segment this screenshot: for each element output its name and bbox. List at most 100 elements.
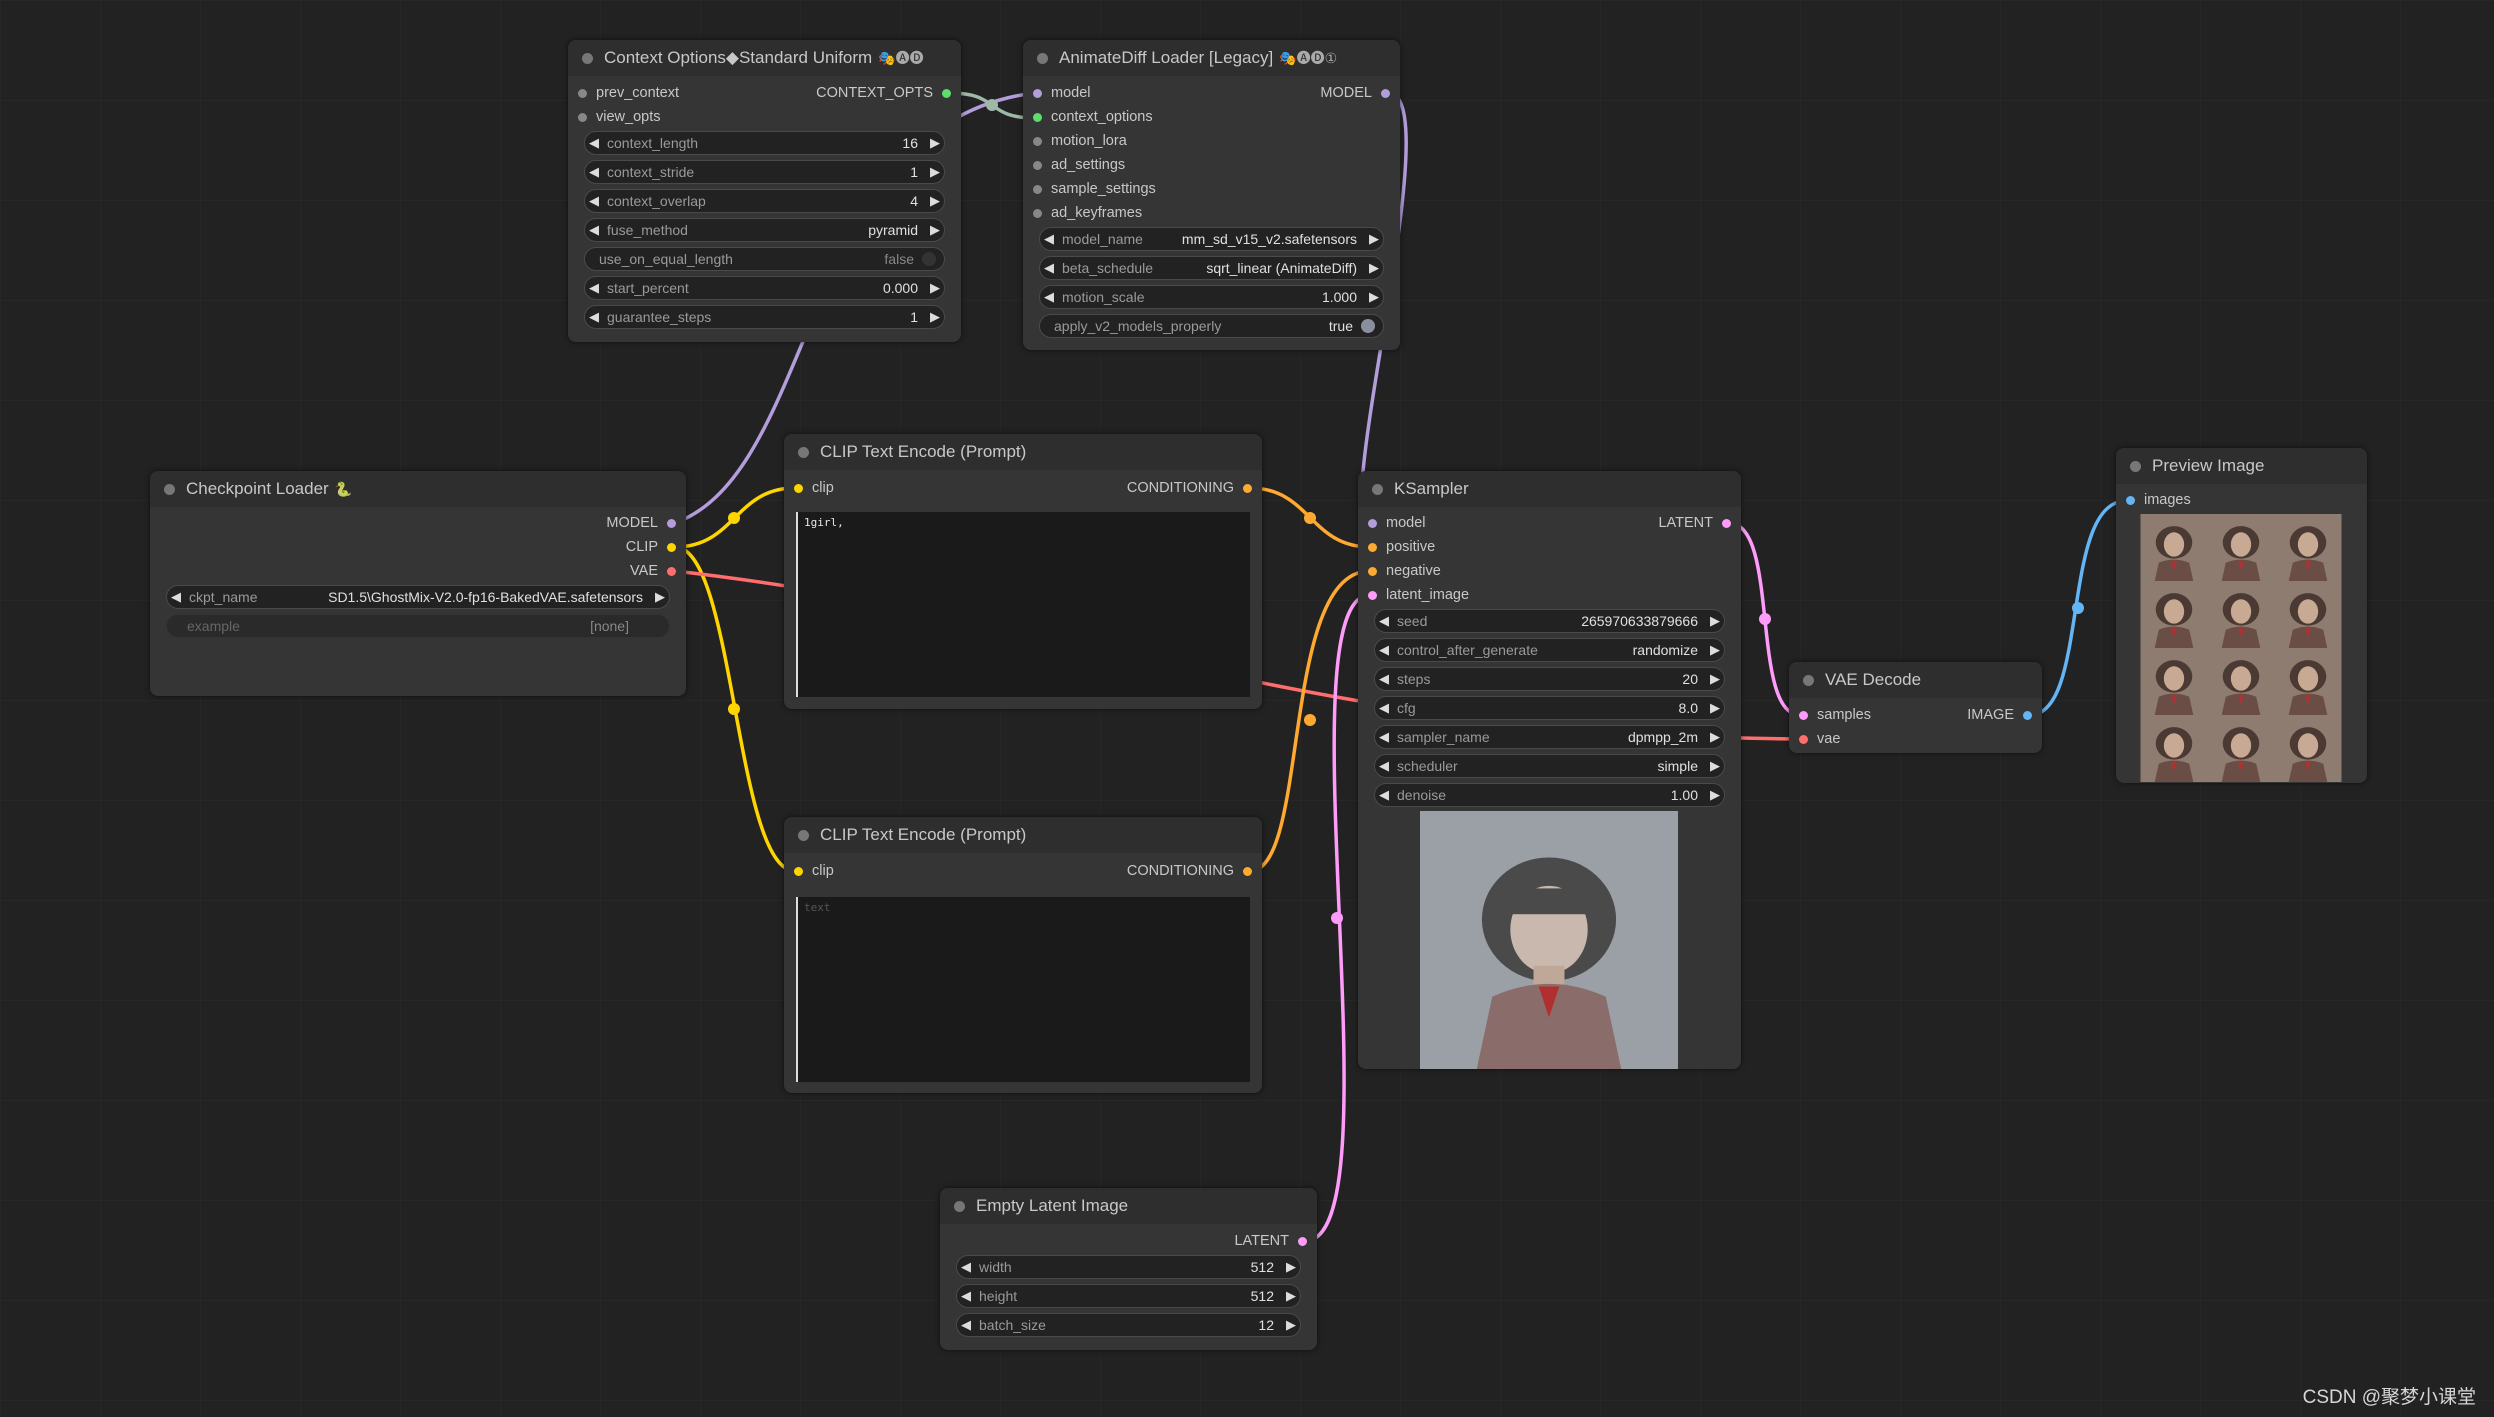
vae-decode-node[interactable]: VAE Decode samples vae IMAGE (1789, 662, 2042, 753)
widget-control-after-generate[interactable]: ◀ control_after_generate randomize ▶ (1374, 638, 1725, 662)
node-title-bar[interactable]: Preview Image (2116, 448, 2367, 484)
decrement-arrow-icon[interactable]: ◀ (957, 1259, 975, 1275)
input-motion-lora[interactable]: motion_lora (1033, 131, 1127, 151)
animatediff-loader-node[interactable]: AnimateDiff Loader [Legacy] 🎭🅐🅓① model c… (1023, 40, 1400, 350)
input-context-options[interactable]: context_options (1033, 107, 1153, 127)
output-image[interactable]: IMAGE (1967, 705, 2032, 725)
widget-start-percent[interactable]: ◀ start_percent 0.000 ▶ (584, 276, 945, 300)
increment-arrow-icon[interactable]: ▶ (926, 193, 944, 209)
input-slot-icon[interactable] (1033, 136, 1042, 146)
collapse-dot[interactable] (582, 52, 593, 64)
increment-arrow-icon[interactable]: ▶ (1365, 260, 1383, 276)
node-title-bar[interactable]: VAE Decode (1789, 662, 2042, 698)
collapse-dot[interactable] (2130, 460, 2141, 472)
input-slot-icon[interactable] (1368, 518, 1377, 528)
image-grid[interactable] (2140, 514, 2342, 782)
collapse-dot[interactable] (1372, 483, 1383, 495)
input-view-opts[interactable]: view_opts (578, 107, 660, 127)
preview-thumbnail[interactable] (2140, 715, 2208, 782)
preview-thumbnail[interactable] (2207, 648, 2275, 715)
output-slot-icon[interactable] (667, 566, 676, 576)
increment-arrow-icon[interactable]: ▶ (926, 164, 944, 180)
widget-ckpt-name[interactable]: ◀ ckpt_name SD1.5\GhostMix-V2.0-fp16-Baked… (166, 585, 670, 609)
decrement-arrow-icon[interactable]: ◀ (1375, 671, 1393, 687)
decrement-arrow-icon[interactable]: ◀ (167, 589, 185, 605)
input-model[interactable]: model (1368, 513, 1426, 533)
input-samples[interactable]: samples (1799, 705, 1871, 725)
clip-text-encode-negative-node[interactable]: CLIP Text Encode (Prompt) clip CONDITION… (784, 817, 1262, 1093)
input-positive[interactable]: positive (1368, 537, 1435, 557)
input-images[interactable]: images (2126, 490, 2191, 510)
ksampler-node[interactable]: KSampler model positive negative latent_… (1358, 471, 1741, 1069)
input-ad-settings[interactable]: ad_settings (1033, 155, 1125, 175)
decrement-arrow-icon[interactable]: ◀ (1375, 613, 1393, 629)
decrement-arrow-icon[interactable]: ◀ (585, 280, 603, 296)
input-slot-icon[interactable] (1368, 566, 1377, 576)
input-ad-keyframes[interactable]: ad_keyframes (1033, 203, 1142, 223)
collapse-dot[interactable] (798, 829, 809, 841)
increment-arrow-icon[interactable]: ▶ (1706, 671, 1724, 687)
output-slot-icon[interactable] (667, 518, 676, 528)
preview-thumbnail[interactable] (2207, 581, 2275, 648)
widget-context-length[interactable]: ◀ context_length 16 ▶ (584, 131, 945, 155)
input-slot-icon[interactable] (578, 112, 587, 122)
widget-sampler-name[interactable]: ◀ sampler_name dpmpp_2m ▶ (1374, 725, 1725, 749)
output-vae[interactable]: VAE (630, 561, 676, 581)
input-slot-icon[interactable] (1033, 112, 1042, 122)
output-clip[interactable]: CLIP (626, 537, 676, 557)
widget-use-on-equal-length[interactable]: use_on_equal_length false (584, 247, 945, 271)
preview-thumbnail[interactable] (2274, 715, 2342, 782)
decrement-arrow-icon[interactable]: ◀ (585, 135, 603, 151)
input-model[interactable]: model (1033, 83, 1091, 103)
preview-thumbnail[interactable] (2207, 514, 2275, 581)
input-vae[interactable]: vae (1799, 729, 1840, 749)
input-clip[interactable]: clip (794, 861, 834, 881)
increment-arrow-icon[interactable]: ▶ (1706, 613, 1724, 629)
output-slot-icon[interactable] (1243, 483, 1252, 493)
output-slot-icon[interactable] (2023, 710, 2032, 720)
collapse-dot[interactable] (954, 1200, 965, 1212)
decrement-arrow-icon[interactable]: ◀ (1040, 289, 1058, 305)
widget-seed[interactable]: ◀ seed 265970633879666 ▶ (1374, 609, 1725, 633)
widget-denoise[interactable]: ◀ denoise 1.00 ▶ (1374, 783, 1725, 807)
input-slot-icon[interactable] (1033, 160, 1042, 170)
context-options-node[interactable]: Context Options◆Standard Uniform 🎭🅐🅓 pre… (568, 40, 961, 342)
decrement-arrow-icon[interactable]: ◀ (1040, 260, 1058, 276)
clip-text-encode-positive-node[interactable]: CLIP Text Encode (Prompt) clip CONDITION… (784, 434, 1262, 709)
input-slot-icon[interactable] (794, 866, 803, 876)
increment-arrow-icon[interactable]: ▶ (926, 280, 944, 296)
toggle-on-icon[interactable] (1361, 319, 1375, 333)
output-slot-icon[interactable] (1381, 88, 1390, 98)
decrement-arrow-icon[interactable]: ◀ (585, 164, 603, 180)
collapse-dot[interactable] (1803, 674, 1814, 686)
increment-arrow-icon[interactable]: ▶ (1706, 758, 1724, 774)
prompt-textarea[interactable]: text (796, 897, 1250, 1082)
output-slot-icon[interactable] (942, 88, 951, 98)
increment-arrow-icon[interactable]: ▶ (1282, 1317, 1300, 1333)
node-title-bar[interactable]: Checkpoint Loader 🐍 (150, 471, 686, 507)
decrement-arrow-icon[interactable]: ◀ (1375, 729, 1393, 745)
node-title-bar[interactable]: KSampler (1358, 471, 1741, 507)
prompt-textarea[interactable]: 1girl, (796, 512, 1250, 697)
node-title-bar[interactable]: Empty Latent Image (940, 1188, 1317, 1224)
output-slot-icon[interactable] (667, 542, 676, 552)
collapse-dot[interactable] (1037, 52, 1048, 64)
output-slot-icon[interactable] (1722, 518, 1731, 528)
decrement-arrow-icon[interactable]: ◀ (1375, 758, 1393, 774)
increment-arrow-icon[interactable]: ▶ (1365, 231, 1383, 247)
output-slot-icon[interactable] (1298, 1236, 1307, 1246)
preview-thumbnail[interactable] (2140, 514, 2208, 581)
output-latent[interactable]: LATENT (1234, 1231, 1307, 1251)
input-sample-settings[interactable]: sample_settings (1033, 179, 1156, 199)
output-model[interactable]: MODEL (1320, 83, 1390, 103)
widget-width[interactable]: ◀ width 512 ▶ (956, 1255, 1301, 1279)
output-latent[interactable]: LATENT (1658, 513, 1731, 533)
increment-arrow-icon[interactable]: ▶ (926, 135, 944, 151)
increment-arrow-icon[interactable]: ▶ (1706, 642, 1724, 658)
decrement-arrow-icon[interactable]: ◀ (957, 1288, 975, 1304)
widget-cfg[interactable]: ◀ cfg 8.0 ▶ (1374, 696, 1725, 720)
output-context-opts[interactable]: CONTEXT_OPTS (816, 83, 951, 103)
widget-fuse-method[interactable]: ◀ fuse_method pyramid ▶ (584, 218, 945, 242)
input-slot-icon[interactable] (1799, 734, 1808, 744)
increment-arrow-icon[interactable]: ▶ (651, 589, 669, 605)
